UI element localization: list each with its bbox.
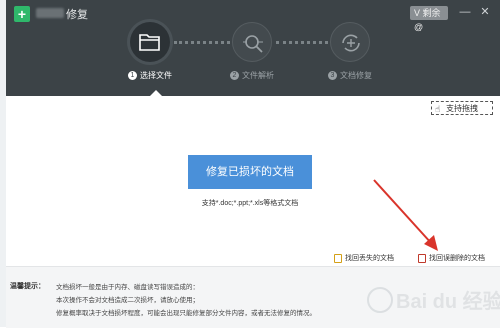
magnifier-icon [243, 35, 263, 53]
tip-line: 修复概率取决于文档损坏程度，可能会出现只能修复部分文件内容，或者无法修复的情况。 [56, 310, 316, 317]
recover-lost-documents-link[interactable]: 找回丢失的文档 [334, 253, 394, 263]
vip-badge[interactable]: V 剩余@ [410, 6, 448, 32]
close-button[interactable]: ✕ [478, 5, 492, 19]
refresh-plus-icon [342, 34, 360, 52]
repair-window: + 修复 V 剩余@ — ✕ 1 选择文件 2 文件解析 3 文档修复 ☝ 支持… [6, 0, 500, 328]
title-bar: + 修复 V 剩余@ — ✕ 1 选择文件 2 文件解析 3 文档修复 [6, 0, 500, 96]
annotation-arrow [373, 179, 438, 251]
watermark-text: Bai du 经验 [396, 289, 500, 313]
supported-formats-text: 支持*.doc;*.ppt;*.xls等格式文档 [201, 200, 299, 207]
step-select-file-icon[interactable] [130, 22, 170, 62]
tip-line: 文档损坏一般是由于内存、磁盘读写错误造成的： [56, 284, 199, 291]
repair-damaged-document-button[interactable]: 修复已损坏的文档 [188, 155, 312, 189]
recover-deleted-documents-link[interactable]: 找回误删除的文档 [418, 253, 485, 263]
step-analyze-icon [232, 22, 272, 62]
step-label-analyze: 2 文件解析 [230, 70, 274, 81]
document-icon [334, 253, 342, 263]
minimize-button[interactable]: — [458, 5, 472, 19]
folder-icon [139, 34, 160, 51]
hand-cursor-icon: ☝ [435, 104, 441, 114]
step-label-select-file: 1 选择文件 [128, 70, 172, 81]
tips-label: 温馨提示： [10, 283, 45, 290]
app-logo-icon: + [14, 6, 30, 22]
active-step-pointer [150, 90, 162, 96]
step-connector [276, 41, 328, 44]
step-repair-icon [330, 22, 370, 62]
baidu-jingyan-watermark: Bai du 经验 [367, 287, 500, 313]
app-title: 修复 [66, 9, 88, 21]
drag-support-button[interactable]: ☝ 支持拖拽 [431, 101, 493, 115]
step-connector [174, 41, 230, 44]
step-label-repair: 3 文档修复 [328, 70, 372, 81]
tip-line: 本次操作不会对文档造成二次损坏，请放心使用； [56, 297, 199, 304]
blurred-app-name [36, 8, 64, 18]
document-icon [418, 253, 426, 263]
